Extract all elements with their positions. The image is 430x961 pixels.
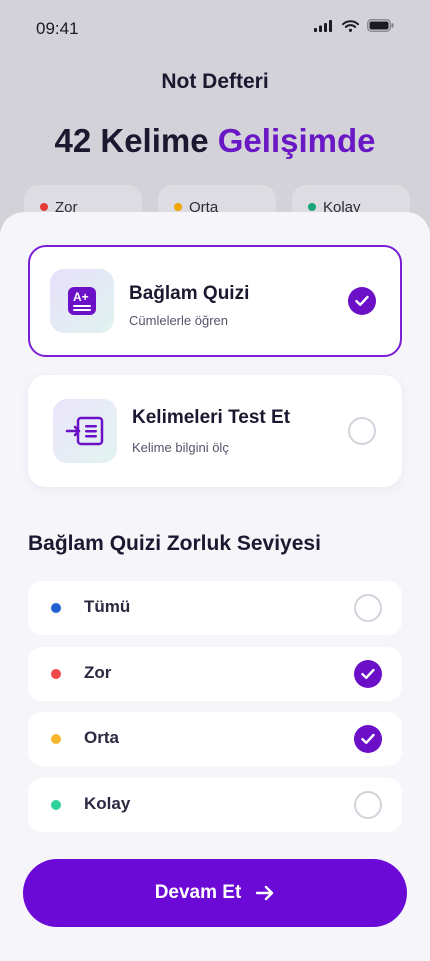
check-icon[interactable] — [354, 725, 382, 753]
test-list-icon — [53, 399, 117, 463]
wifi-icon — [342, 19, 359, 32]
status-time: 09:41 — [36, 19, 79, 38]
difficulty-dot — [51, 800, 61, 810]
screen: 09:41 Not Defteri 42 Kelime Gelişimde Zo… — [0, 0, 430, 961]
mode-subtitle: Kelime bilgini ölç — [132, 440, 229, 455]
headline-count: 42 Kelime — [54, 122, 209, 159]
signal-icon — [314, 19, 332, 32]
difficulty-label: Orta — [84, 728, 119, 747]
difficulty-option-kolay[interactable]: Kolay — [28, 778, 402, 832]
difficulty-dot — [51, 603, 61, 613]
checkbox-icon[interactable] — [354, 594, 382, 622]
mode-title: Bağlam Quizi — [129, 283, 250, 304]
difficulty-title: Bağlam Quizi Zorluk Seviyesi — [28, 532, 321, 555]
svg-text:A+: A+ — [73, 290, 89, 304]
mode-subtitle: Cümlelerle öğren — [129, 313, 228, 328]
headline-accent: Gelişimde — [217, 122, 376, 159]
check-icon[interactable] — [354, 660, 382, 688]
checkbox-icon[interactable] — [354, 791, 382, 819]
chip-dot — [40, 203, 48, 211]
mode-title: Kelimeleri Test Et — [132, 407, 291, 428]
a-plus-icon: A+ — [50, 269, 114, 333]
difficulty-dot — [51, 669, 61, 679]
difficulty-dot — [51, 734, 61, 744]
continue-button[interactable]: Devam Et — [23, 859, 407, 927]
difficulty-option-orta[interactable]: Orta — [28, 712, 402, 766]
arrow-right-icon — [256, 885, 274, 901]
mode-card-kelimeleri-test-et[interactable]: Kelimeleri Test Et Kelime bilgini ölç — [28, 375, 402, 487]
radio-icon[interactable] — [348, 417, 376, 445]
battery-icon — [367, 19, 394, 32]
difficulty-option-zor[interactable]: Zor — [28, 647, 402, 701]
page-title: Not Defteri — [161, 70, 269, 93]
check-icon[interactable] — [348, 287, 376, 315]
continue-label: Devam Et — [154, 882, 242, 903]
status-icons — [314, 19, 394, 32]
chip-dot — [308, 203, 316, 211]
headline: 42 Kelime Gelişimde — [0, 122, 430, 160]
mode-card-baglam-quizi[interactable]: A+ Bağlam Quizi Cümlelerle öğren — [28, 245, 402, 357]
difficulty-label: Tümü — [84, 597, 131, 616]
chip-dot — [174, 203, 182, 211]
difficulty-label: Zor — [84, 663, 112, 682]
difficulty-option-tumu[interactable]: Tümü — [28, 581, 402, 635]
status-bar: 09:41 — [0, 0, 430, 56]
difficulty-label: Kolay — [84, 794, 131, 813]
